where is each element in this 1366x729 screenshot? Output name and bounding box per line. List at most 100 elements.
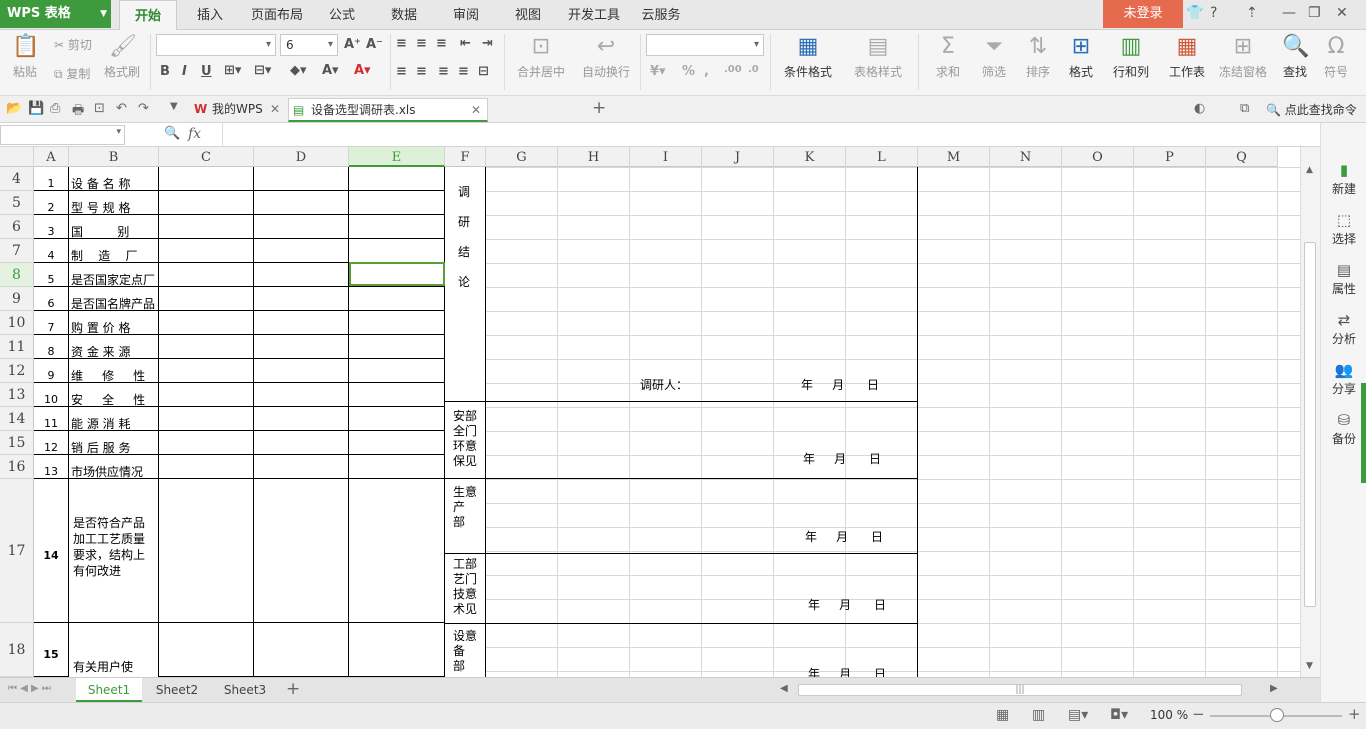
font-grow-icon[interactable]: A⁺ [344, 37, 361, 52]
row-header-8[interactable]: 8 [0, 263, 34, 287]
cut-button[interactable]: ✂ 剪切 [54, 36, 92, 53]
name-box[interactable] [0, 125, 125, 145]
minimize-icon[interactable]: — [1282, 5, 1296, 21]
column-header-N[interactable]: N [990, 147, 1062, 167]
column-header-M[interactable]: M [918, 147, 990, 167]
row-header-14[interactable]: 14 [0, 407, 34, 431]
cell-E5[interactable] [349, 191, 445, 215]
panel-new[interactable]: ▮ 新建 [1321, 161, 1366, 197]
freeze-panes-button[interactable]: ⊞ 冻结窗格 [1216, 34, 1270, 80]
cell-C6[interactable] [159, 215, 254, 239]
column-header-F[interactable]: F [445, 147, 486, 167]
row-header-9[interactable]: 9 [0, 287, 34, 311]
cell-C9[interactable] [159, 287, 254, 311]
justify-icon[interactable]: ≡ [458, 64, 469, 79]
row-header-12[interactable]: 12 [0, 359, 34, 383]
skin-icon[interactable]: 👕 [1186, 5, 1203, 21]
normal-view-icon[interactable]: ▦ [996, 707, 1009, 723]
cell-D16[interactable] [254, 455, 349, 479]
align-bottom-icon[interactable]: ≡ [436, 36, 447, 51]
cell-D5[interactable] [254, 191, 349, 215]
sheet-nav-icon[interactable]: ⏮ ◀ ▶ ⏭ [8, 683, 51, 694]
row-header-5[interactable]: 5 [0, 191, 34, 215]
cell-C18[interactable] [159, 623, 254, 677]
row-header-18[interactable]: 18 [0, 623, 34, 677]
cell-E9[interactable] [349, 287, 445, 311]
cell-E7[interactable] [349, 239, 445, 263]
row-header-15[interactable]: 15 [0, 431, 34, 455]
tab-review[interactable]: 审阅 [444, 0, 488, 30]
cell-C4[interactable] [159, 167, 254, 191]
font-color-icon[interactable]: A▾ [322, 63, 339, 78]
sync-icon[interactable]: ◐ [1194, 101, 1205, 116]
cell-D9[interactable] [254, 287, 349, 311]
tab-insert[interactable]: 插入 [186, 0, 234, 30]
rows-cols-button[interactable]: ▥ 行和列 [1104, 34, 1158, 80]
cell-D6[interactable] [254, 215, 349, 239]
cell-E11[interactable] [349, 335, 445, 359]
find-button[interactable]: 🔍 查找 [1274, 34, 1316, 80]
font-name-select[interactable] [156, 34, 276, 56]
window-icon[interactable]: ⧉ [1240, 101, 1249, 116]
percent-icon[interactable]: % [682, 64, 695, 79]
align-middle-icon[interactable]: ≡ [416, 36, 427, 51]
undo-icon[interactable]: ↶ [116, 101, 127, 116]
cell-C5[interactable] [159, 191, 254, 215]
currency-icon[interactable]: ¥▾ [650, 64, 666, 79]
row-header-6[interactable]: 6 [0, 215, 34, 239]
add-sheet-icon[interactable]: + [286, 679, 300, 699]
border-icon[interactable]: ⊞▾ [224, 63, 241, 78]
cell-E6[interactable] [349, 215, 445, 239]
column-header-K[interactable]: K [774, 147, 846, 167]
cell-E10[interactable] [349, 311, 445, 335]
cell-D12[interactable] [254, 359, 349, 383]
close-tab-icon[interactable]: ✕ [471, 99, 481, 121]
sheet-tab-2[interactable]: Sheet2 [144, 678, 210, 702]
tab-formula[interactable]: 公式 [320, 0, 364, 30]
row-header-16[interactable]: 16 [0, 455, 34, 479]
cell-C10[interactable] [159, 311, 254, 335]
bold-icon[interactable]: B [160, 64, 170, 79]
underline-icon[interactable]: U [201, 64, 212, 79]
sum-button[interactable]: Σ 求和 [926, 34, 970, 80]
tab-data[interactable]: 数据 [382, 0, 426, 30]
indent-decrease-icon[interactable]: ⇤ [460, 36, 471, 51]
tab-file[interactable]: ▤ 设备选型调研表.xls ✕ [288, 98, 488, 122]
column-header-I[interactable]: I [630, 147, 702, 167]
cell-D17[interactable] [254, 479, 349, 623]
worksheet-button[interactable]: ▦ 工作表 [1160, 34, 1214, 80]
tab-view[interactable]: 视图 [506, 0, 550, 30]
tab-page-layout[interactable]: 页面布局 [246, 0, 308, 30]
symbol-button[interactable]: Ω 符号 [1318, 34, 1354, 80]
copy-button[interactable]: ⧉ 复制 [54, 65, 90, 82]
panel-properties[interactable]: ▤ 属性 [1321, 261, 1366, 297]
zoom-slider-handle[interactable] [1270, 708, 1284, 722]
redo-icon[interactable]: ↷ [138, 101, 149, 116]
column-header-P[interactable]: P [1134, 147, 1206, 167]
indent-increase-icon[interactable]: ⇥ [482, 36, 493, 51]
row-header-13[interactable]: 13 [0, 383, 34, 407]
cell-C8[interactable] [159, 263, 254, 287]
cell-C16[interactable] [159, 455, 254, 479]
cell-D11[interactable] [254, 335, 349, 359]
column-header-Q[interactable]: Q [1206, 147, 1278, 167]
format-painter-button[interactable]: 🖌 格式刷 [102, 34, 142, 80]
column-header-A[interactable]: A [34, 147, 69, 167]
wrap-text-button[interactable]: ↩ 自动换行 [578, 34, 634, 80]
table-style-button[interactable]: ▤ 表格样式 [846, 34, 910, 80]
tab-cloud[interactable]: 云服务 [638, 0, 684, 30]
cell-E16[interactable] [349, 455, 445, 479]
panel-backup[interactable]: ⛁ 备份 [1321, 411, 1366, 447]
column-header-O[interactable]: O [1062, 147, 1134, 167]
help-icon[interactable]: ? [1210, 5, 1217, 21]
save-icon[interactable]: 💾 [28, 101, 44, 116]
italic-icon[interactable]: I [182, 64, 187, 79]
sheet-tab-3[interactable]: Sheet3 [212, 678, 278, 702]
page-layout-icon[interactable]: ▤▾ [1068, 707, 1088, 723]
page-break-icon[interactable]: ▥ [1032, 707, 1045, 723]
spreadsheet-grid[interactable]: ABCDEFGHIJKLMNOPQ 4 5 6 7 8 9 10 11 12 13 14 15 16 17… [0, 147, 1300, 677]
column-header-B[interactable]: B [69, 147, 159, 167]
cell-C13[interactable] [159, 383, 254, 407]
scroll-up-icon[interactable]: ▲ [1306, 165, 1313, 175]
column-header-H[interactable]: H [558, 147, 630, 167]
